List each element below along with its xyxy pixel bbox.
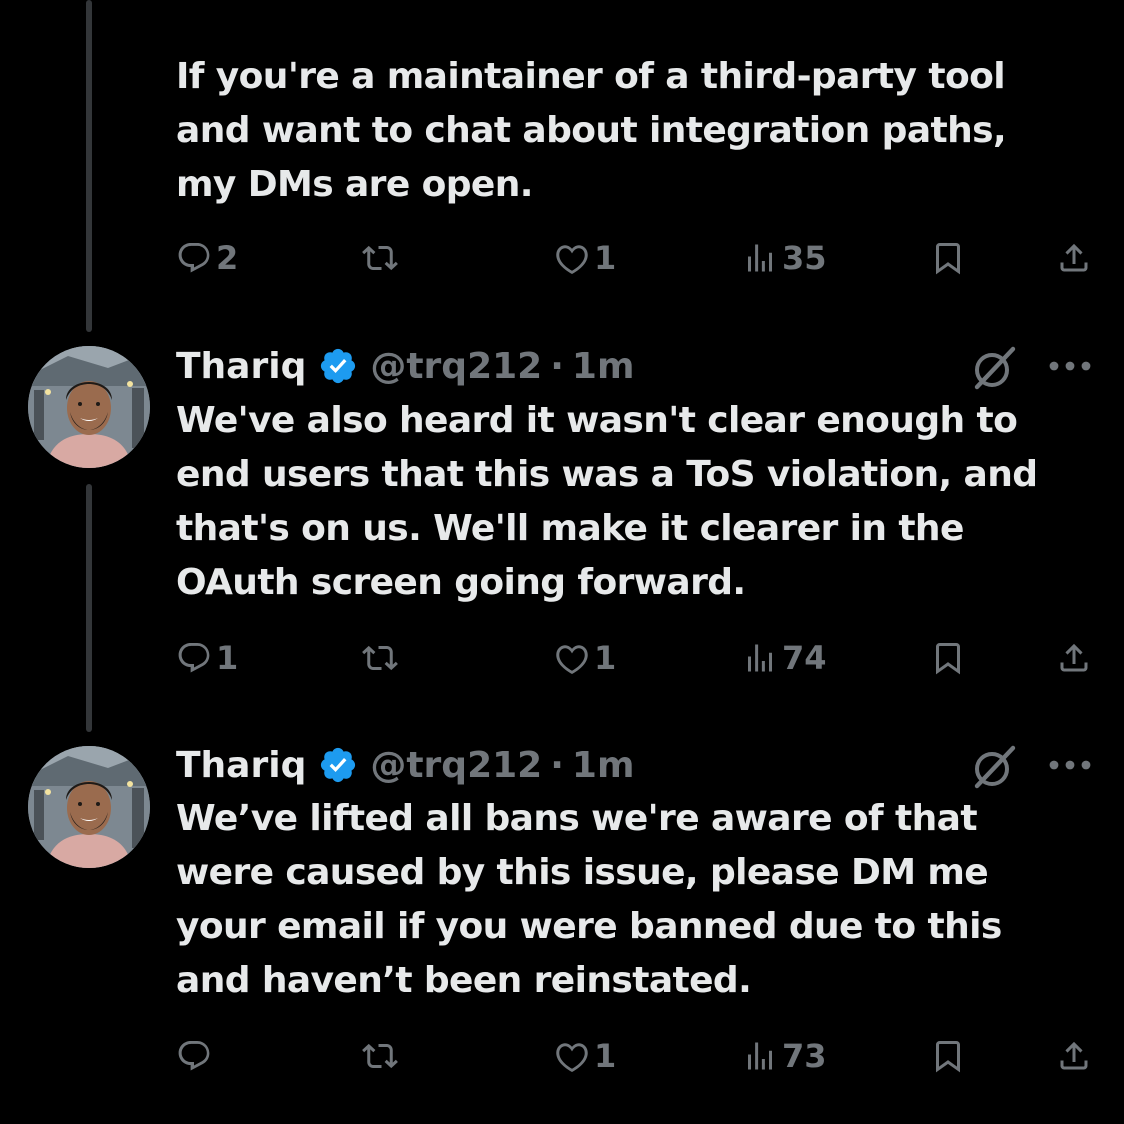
reply-count: 2 xyxy=(216,239,239,277)
bookmark-button[interactable] xyxy=(930,1032,966,1080)
views-count: 35 xyxy=(782,239,827,277)
bookmark-button[interactable] xyxy=(930,234,966,282)
tweet-actions: 1 1 74 xyxy=(176,634,1096,682)
reply-icon xyxy=(176,240,212,276)
tweet-actions: 1 73 xyxy=(176,1032,1096,1080)
views-button[interactable]: 35 xyxy=(742,234,827,282)
reply-icon xyxy=(176,640,212,676)
bookmark-icon xyxy=(930,240,966,276)
share-button[interactable] xyxy=(1056,234,1092,282)
author-handle[interactable]: @trq212 xyxy=(370,745,542,786)
share-button[interactable] xyxy=(1056,634,1092,682)
views-icon xyxy=(742,240,778,276)
author-handle[interactable]: @trq212 xyxy=(370,346,542,387)
repost-button[interactable] xyxy=(362,1032,402,1080)
verified-badge-icon xyxy=(318,745,358,785)
avatar[interactable] xyxy=(28,346,150,468)
repost-icon xyxy=(362,240,398,276)
views-icon xyxy=(742,640,778,676)
author-name[interactable]: Thariq xyxy=(176,745,306,786)
tweet-header: Thariq @trq212 · 1m xyxy=(176,341,634,391)
reply-button[interactable]: 2 xyxy=(176,234,238,282)
repost-icon xyxy=(362,1038,398,1074)
heart-icon xyxy=(554,1038,590,1074)
reply-button[interactable] xyxy=(176,1032,216,1080)
like-count: 1 xyxy=(594,639,617,677)
timestamp[interactable]: 1m xyxy=(572,745,635,786)
tweet-actions: 2 1 35 xyxy=(176,234,1096,282)
views-button[interactable]: 74 xyxy=(742,634,827,682)
thread-connector-middle xyxy=(86,484,92,732)
thread-connector-top xyxy=(86,0,92,332)
repost-icon xyxy=(362,640,398,676)
like-count: 1 xyxy=(594,239,617,277)
more-icon[interactable] xyxy=(1044,741,1096,789)
views-button[interactable]: 73 xyxy=(742,1032,827,1080)
tweet-text: We've also heard it wasn't clear enough … xyxy=(176,400,1038,603)
like-button[interactable]: 1 xyxy=(554,1032,616,1080)
tweet-header: Thariq @trq212 · 1m xyxy=(176,740,634,790)
timestamp[interactable]: 1m xyxy=(572,346,635,387)
separator-dot: · xyxy=(550,345,564,387)
heart-icon xyxy=(554,240,590,276)
author-name[interactable]: Thariq xyxy=(176,346,306,387)
views-count: 74 xyxy=(782,639,827,677)
share-icon xyxy=(1056,640,1092,676)
verified-badge-icon xyxy=(318,346,358,386)
reply-count: 1 xyxy=(216,639,239,677)
like-count: 1 xyxy=(594,1037,617,1075)
views-count: 73 xyxy=(782,1037,827,1075)
bookmark-button[interactable] xyxy=(930,634,966,682)
repost-button[interactable] xyxy=(362,234,402,282)
bookmark-icon xyxy=(930,1038,966,1074)
like-button[interactable]: 1 xyxy=(554,634,616,682)
repost-button[interactable] xyxy=(362,634,402,682)
like-button[interactable]: 1 xyxy=(554,234,616,282)
tweet-text: If you're a maintainer of a third-party … xyxy=(176,56,1007,205)
grok-icon[interactable] xyxy=(970,344,1018,392)
reply-icon xyxy=(176,1038,212,1074)
grok-icon[interactable] xyxy=(970,743,1018,791)
reply-button[interactable]: 1 xyxy=(176,634,238,682)
share-icon xyxy=(1056,240,1092,276)
bookmark-icon xyxy=(930,640,966,676)
views-icon xyxy=(742,1038,778,1074)
heart-icon xyxy=(554,640,590,676)
share-button[interactable] xyxy=(1056,1032,1092,1080)
separator-dot: · xyxy=(550,744,564,786)
avatar[interactable] xyxy=(28,746,150,868)
share-icon xyxy=(1056,1038,1092,1074)
more-icon[interactable] xyxy=(1044,342,1096,390)
tweet-text: We’ve lifted all bans we're aware of tha… xyxy=(176,798,1002,1001)
